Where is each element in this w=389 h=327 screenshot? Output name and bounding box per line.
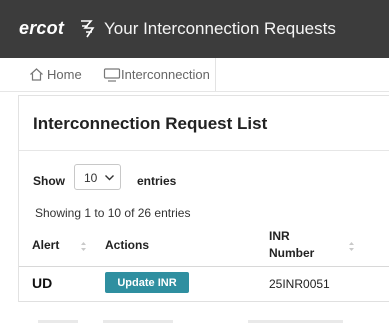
lightning-logo-icon: [81, 20, 95, 38]
top-bar: ercot Your Interconnection Requests: [0, 0, 389, 58]
inr-number-cell: 25INR0051: [269, 277, 330, 291]
table-row: UD Update INR 25INR0051: [19, 266, 389, 302]
update-inr-button[interactable]: Update INR: [105, 272, 189, 293]
app-title: Your Interconnection Requests: [104, 19, 336, 38]
panel-title: Interconnection Request List: [33, 114, 268, 133]
table-info: Showing 1 to 10 of 26 entries: [35, 206, 191, 220]
panel-divider: [19, 150, 389, 151]
monitor-icon: [103, 68, 121, 82]
column-header-inr-number[interactable]: INR Number: [269, 228, 314, 262]
entries-select[interactable]: 10: [74, 164, 121, 190]
ercot-logo[interactable]: ercot: [19, 18, 64, 39]
entries-select-value: 10: [84, 171, 98, 185]
breadcrumb-home[interactable]: Home: [47, 67, 82, 82]
entries-label: entries: [137, 174, 177, 188]
breadcrumb-divider: [215, 58, 216, 91]
table-header: Alert Actions INR Number: [19, 222, 389, 267]
column-header-alert[interactable]: Alert: [32, 238, 59, 252]
breadcrumb-interconnection[interactable]: Interconnection: [121, 67, 210, 82]
request-list-panel: Interconnection Request List Show 10 ent…: [18, 95, 389, 302]
chevron-down-icon: [105, 175, 114, 181]
breadcrumb: Home Interconnection: [0, 58, 389, 92]
inr-header-line2: Number: [269, 246, 315, 260]
alert-cell: UD: [32, 275, 53, 291]
home-icon: [30, 68, 43, 81]
inr-header-line1: INR: [269, 229, 290, 243]
partial-row-fragment: [103, 320, 173, 323]
sort-icon[interactable]: [80, 241, 87, 252]
sort-icon[interactable]: [348, 241, 355, 252]
show-label: Show: [33, 174, 65, 188]
partial-row-fragment: [248, 320, 343, 323]
column-header-actions[interactable]: Actions: [105, 238, 149, 252]
next-row-partial: [18, 303, 389, 327]
partial-row-fragment: [38, 320, 78, 323]
